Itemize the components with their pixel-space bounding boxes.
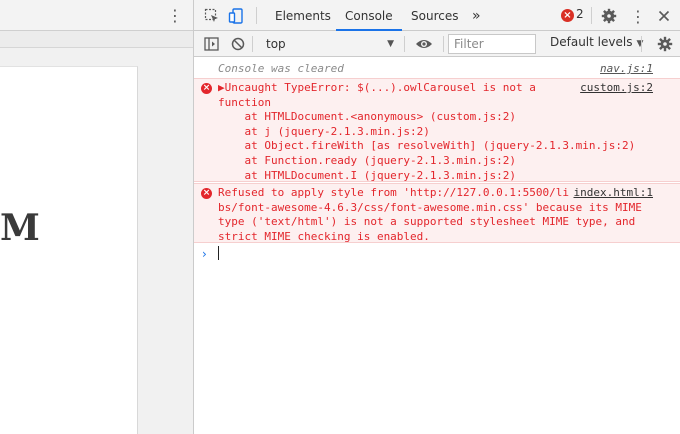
error-line: function	[218, 95, 271, 109]
console-message-error[interactable]: × index.html:1 Refused to apply style fr…	[194, 183, 680, 243]
error-line: strict MIME checking is enabled.	[218, 229, 430, 243]
eye-icon[interactable]	[414, 34, 434, 54]
error-line: type ('text/html') is not a supported st…	[218, 215, 636, 229]
clear-console-icon[interactable]	[228, 34, 248, 54]
console-input-cursor[interactable]	[218, 246, 219, 260]
element-picker-icon[interactable]	[202, 6, 222, 26]
error-icon: ×	[201, 83, 212, 94]
toolbar-divider	[591, 7, 592, 24]
tab-sources[interactable]: Sources	[411, 0, 458, 31]
tab-console[interactable]: Console	[336, 0, 402, 31]
console-message-info: Console was cleared nav.js:1	[194, 60, 680, 77]
stack-frame[interactable]: at HTMLDocument.<anonymous> (custom.js:2…	[218, 110, 516, 125]
message-source-link[interactable]: nav.js:1	[600, 62, 653, 77]
console-prompt-icon: ›	[202, 247, 207, 261]
stack-frame[interactable]: at Object.fireWith [as resolveWith] (jqu…	[218, 139, 635, 154]
more-tabs-icon[interactable]: »	[472, 0, 481, 31]
stack-frame[interactable]: at HTMLDocument.I (jquery-2.1.3.min.js:2…	[218, 169, 516, 184]
filter-input[interactable]	[448, 34, 536, 54]
toolbar-divider	[404, 36, 405, 52]
device-toolbar-icon[interactable]	[226, 6, 246, 26]
console-output[interactable]: Console was cleared nav.js:1 × custom.js…	[194, 57, 680, 434]
console-settings-gear-icon[interactable]	[655, 34, 675, 54]
chevron-down-icon: ▼	[636, 39, 644, 49]
message-text: Console was cleared	[218, 62, 344, 75]
kebab-menu-icon[interactable]: ⋮	[628, 6, 648, 26]
stack-frame[interactable]: at Function.ready (jquery-2.1.3.min.js:2…	[218, 154, 516, 169]
page-topbar: ⋮	[0, 0, 193, 31]
error-line: bs/font-awesome-4.6.3/css/font-awesome.m…	[218, 200, 642, 214]
context-value: top	[266, 37, 286, 51]
error-count-icon[interactable]: ×	[561, 9, 574, 22]
message-source-link[interactable]: custom.js:2	[580, 81, 653, 96]
page-ruler	[0, 31, 193, 48]
error-line: Refused to apply style from 'http://127.…	[218, 186, 569, 199]
sidebar-toggle-icon[interactable]	[201, 34, 221, 54]
devtools-panel: Elements Console Sources » × 2 ⋮ top ▼ F…	[193, 0, 680, 434]
log-levels-dropdown[interactable]: Default levels ▼	[550, 35, 643, 49]
message-source-link[interactable]: index.html:1	[574, 186, 653, 201]
devtools-tabbar: Elements Console Sources » × 2 ⋮	[194, 0, 680, 31]
page-menu-icon[interactable]: ⋮	[167, 6, 183, 26]
toolbar-divider	[252, 36, 253, 52]
close-icon[interactable]	[654, 6, 674, 26]
console-toolbar: top ▼ Default levels▼	[194, 31, 680, 57]
toolbar-divider	[443, 36, 444, 52]
log-levels-label: Default levels	[550, 35, 633, 49]
error-icon: ×	[201, 188, 212, 199]
page-canvas: M	[0, 66, 138, 434]
page-heading-fragment: M	[0, 207, 40, 249]
toolbar-divider	[641, 36, 642, 52]
context-select[interactable]: top ▼	[256, 33, 400, 55]
stack-frame[interactable]: at j (jquery-2.1.3.min.js:2)	[218, 125, 429, 140]
page-viewport: ⋮ M	[0, 0, 193, 434]
chevron-down-icon: ▼	[387, 39, 394, 49]
toolbar-divider	[256, 7, 257, 24]
error-line[interactable]: ▶Uncaught TypeError: $(...).owlCarousel …	[218, 81, 536, 96]
gear-icon[interactable]	[599, 6, 619, 26]
error-count[interactable]: 2	[576, 7, 584, 21]
console-message-error[interactable]: × custom.js:2 ▶Uncaught TypeError: $(...…	[194, 78, 680, 182]
tab-elements[interactable]: Elements	[275, 0, 331, 31]
